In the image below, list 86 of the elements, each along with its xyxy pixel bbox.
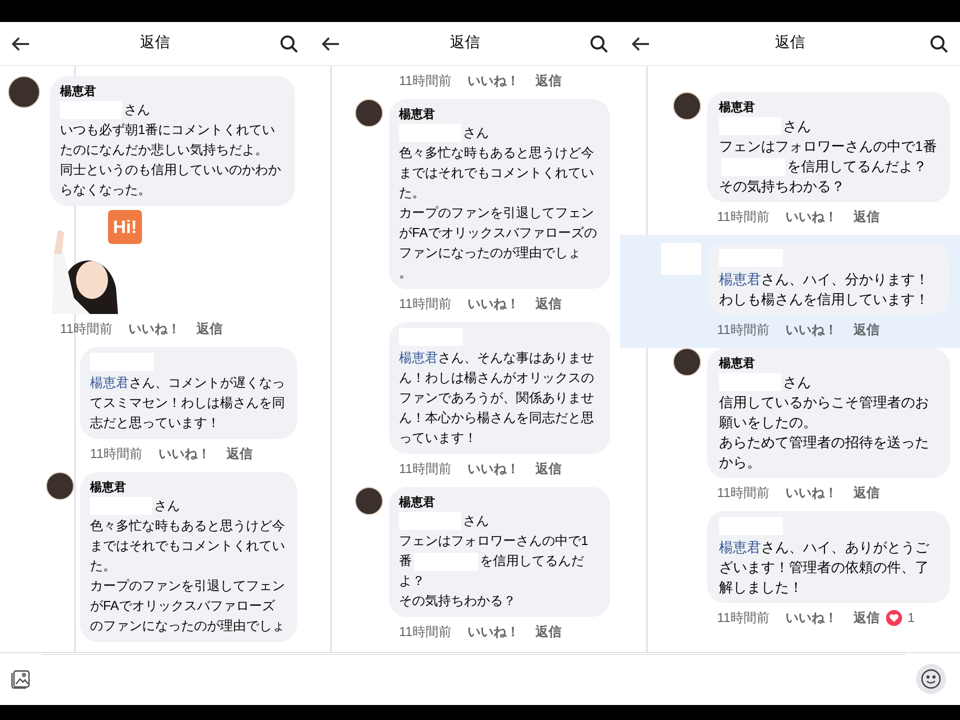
addressee-text: さん <box>783 373 811 392</box>
author-name[interactable]: 楊恵君 <box>399 493 600 511</box>
like-link[interactable]: いいね！ <box>128 319 180 339</box>
author-name[interactable]: 楊恵君 <box>60 82 285 100</box>
search-icon[interactable] <box>280 34 298 52</box>
header-title: 返信 <box>450 33 480 54</box>
like-link[interactable]: いいね！ <box>786 483 838 504</box>
addressee-text: さん <box>154 497 180 515</box>
comment-text: 楊恵君さん、ハイ、分かります！ <box>719 270 930 290</box>
reply-link[interactable]: 返信 <box>854 608 880 628</box>
search-icon[interactable] <box>590 34 608 52</box>
header-title: 返信 <box>140 33 170 54</box>
back-arrow-icon[interactable] <box>632 36 650 50</box>
author-name[interactable]: 楊恵君 <box>399 105 600 123</box>
reply-link[interactable]: 返信 <box>854 320 880 340</box>
mention-link[interactable]: 楊恵君 <box>399 350 438 365</box>
redaction-block <box>661 243 701 276</box>
like-link[interactable]: いいね！ <box>468 71 520 91</box>
mention-link[interactable]: 楊恵君 <box>90 375 129 390</box>
avatar-photo[interactable] <box>8 76 40 108</box>
comment-text: 楊恵君さん、ハイ、ありがとうございます！管理者の依頼の件、了解しました！ <box>719 538 930 598</box>
speech-bubble: Hi! <box>108 210 142 244</box>
timestamp: 11時間前 <box>90 445 142 463</box>
comment-text: フェンはフォロワーさんの中で1番 を信用してるんだよ？ <box>719 136 938 176</box>
reply-link[interactable]: 返信 <box>854 483 880 504</box>
timestamp: 11時間前 <box>399 72 452 90</box>
addressee-text: さん <box>463 124 489 142</box>
comment-text: わしも楊さんを信用しています！ <box>719 290 930 310</box>
like-link[interactable]: いいね！ <box>468 459 520 479</box>
comment-text: 。 <box>399 264 413 282</box>
timestamp: 11時間前 <box>717 484 770 502</box>
comment-text: 楊恵君さん、そんな事はありません！わしは楊さんがオリックスのファンであろうが、関係ありません！本心から楊さんを同志だと思っています！ <box>399 349 595 447</box>
comment-text: 同士というのも信用していいのかわからなくなった。 <box>60 161 282 199</box>
timestamp: 11時間前 <box>717 208 770 226</box>
timestamp: 11時間前 <box>399 460 452 478</box>
addressee-text: さん <box>463 512 489 530</box>
timestamp: 11時間前 <box>60 320 112 338</box>
addressee-text: さん <box>124 101 150 119</box>
timestamp: 11時間前 <box>399 623 452 641</box>
comment-text: フェンはフォロワーさんの中で1番 を信用してるんだよ？ <box>399 532 590 590</box>
comment-text: カープのファンを引退してフェンがFAでオリックスバファローズのファンになったのが理由でしょ <box>90 577 286 635</box>
search-icon[interactable] <box>930 34 948 52</box>
emoji-button[interactable] <box>916 664 946 694</box>
mention-link[interactable]: 楊恵君 <box>719 539 761 556</box>
reply-link[interactable]: 返信 <box>536 294 562 314</box>
avatar-photo[interactable] <box>673 348 701 376</box>
comment-text: 信用しているからこそ管理者のお願いをしたの。 <box>719 393 930 432</box>
reply-link[interactable]: 返信 <box>196 319 222 339</box>
like-link[interactable]: いいね！ <box>786 608 838 628</box>
comment-text: その気持ちわかる？ <box>399 592 517 610</box>
back-arrow-icon[interactable] <box>12 36 30 50</box>
avatar-photo[interactable] <box>673 92 701 120</box>
avatar-photo[interactable] <box>46 472 74 500</box>
reply-link[interactable]: 返信 <box>536 459 562 479</box>
like-link[interactable]: いいね！ <box>468 622 520 642</box>
image-icon[interactable] <box>10 668 32 690</box>
reply-link[interactable]: 返信 <box>226 444 252 464</box>
reply-link[interactable]: 返信 <box>536 622 562 642</box>
author-name[interactable]: 楊恵君 <box>719 354 938 372</box>
like-link[interactable]: いいね！ <box>786 320 838 340</box>
header-title: 返信 <box>775 33 805 54</box>
comment-text: あらためて管理者の招待を送ったから。 <box>719 433 930 472</box>
avatar-photo[interactable] <box>355 99 383 127</box>
smiley-icon <box>920 668 942 690</box>
mention-link[interactable]: 楊恵君 <box>719 271 761 288</box>
avatar-photo[interactable] <box>355 487 383 515</box>
comment-text: 色々多忙な時もあると思うけど今まではそれでもコメントくれていた。 <box>399 144 595 202</box>
comment-text: 色々多忙な時もあると思うけど今まではそれでもコメントくれていた。 <box>90 517 286 575</box>
back-arrow-icon[interactable] <box>322 36 340 50</box>
like-link[interactable]: いいね！ <box>786 207 838 228</box>
timestamp: 11時間前 <box>399 295 452 313</box>
timestamp: 11時間前 <box>717 321 770 340</box>
timestamp: 11時間前 <box>717 609 770 628</box>
author-name[interactable]: 楊恵君 <box>719 98 938 116</box>
heart-reaction-icon[interactable] <box>886 610 902 626</box>
like-link[interactable]: いいね！ <box>468 294 520 314</box>
comment-text: 楊恵君さん、コメントが遅くなってスミマセン！わしは楊さんを同志だと思っています！ <box>90 374 286 432</box>
reply-link[interactable]: 返信 <box>536 71 562 91</box>
comment-text: カープのファンを引退してフェンがFAでオリックスバファローズのファンになったのが理由でしょ <box>399 204 598 262</box>
comment-text: その気持ちわかる？ <box>719 177 846 196</box>
like-link[interactable]: いいね！ <box>158 444 210 464</box>
reaction-count: 1 <box>908 609 915 628</box>
comment-text: いつも必ず朝1番にコメントくれていたのになんだか悲しい気持ちだよ。 <box>60 121 276 159</box>
addressee-text: さん <box>783 117 811 136</box>
reply-link[interactable]: 返信 <box>854 207 880 228</box>
author-name[interactable]: 楊恵君 <box>90 478 287 496</box>
